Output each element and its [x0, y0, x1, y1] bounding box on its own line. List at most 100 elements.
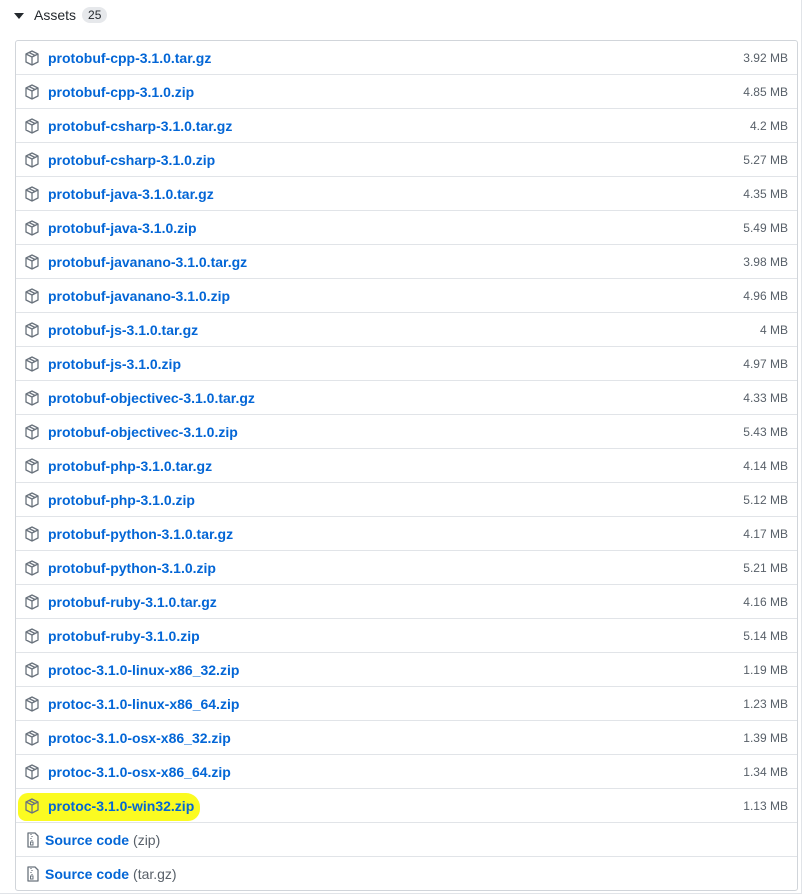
asset-size: 1.34 MB — [743, 764, 788, 779]
package-icon — [24, 287, 40, 304]
asset-row: protobuf-java-3.1.0.zip 5.49 MB — [16, 211, 797, 245]
asset-row: protobuf-objectivec-3.1.0.zip 5.43 MB — [16, 415, 797, 449]
asset-download-link[interactable]: protobuf-php-3.1.0.zip — [48, 492, 195, 508]
asset-download-link[interactable]: protobuf-objectivec-3.1.0.tar.gz — [48, 390, 255, 406]
asset-row: protoc-3.1.0-osx-x86_32.zip 1.39 MB — [16, 721, 797, 755]
package-icon — [24, 797, 40, 814]
asset-download-link[interactable]: protoc-3.1.0-osx-x86_64.zip — [48, 764, 231, 780]
asset-row: protobuf-ruby-3.1.0.zip 5.14 MB — [16, 619, 797, 653]
asset-size: 4.33 MB — [743, 390, 788, 405]
asset-size: 4.96 MB — [743, 288, 788, 303]
package-icon — [24, 661, 40, 678]
assets-toggle[interactable]: Assets 25 — [14, 4, 108, 26]
package-icon — [24, 355, 40, 372]
asset-size: 4.2 MB — [749, 118, 788, 133]
asset-row: protoc-3.1.0-linux-x86_32.zip 1.19 MB — [16, 653, 797, 687]
asset-download-link[interactable]: protoc-3.1.0-linux-x86_32.zip — [48, 662, 239, 678]
package-icon — [24, 763, 40, 780]
asset-size: 1.19 MB — [743, 662, 788, 677]
asset-size: 5.43 MB — [743, 424, 788, 439]
package-icon — [24, 321, 40, 338]
asset-size: 4.35 MB — [743, 186, 788, 201]
assets-title: Assets — [34, 7, 77, 23]
asset-download-link[interactable]: protobuf-cpp-3.1.0.zip — [48, 84, 194, 100]
release-assets-panel: Assets 25 protobuf-cpp-3.1.0.tar.gz 3.92… — [0, 0, 802, 894]
asset-download-link[interactable]: protobuf-csharp-3.1.0.tar.gz — [48, 118, 232, 134]
asset-download-link[interactable]: protobuf-java-3.1.0.tar.gz — [48, 186, 214, 202]
asset-download-link[interactable]: protoc-3.1.0-linux-x86_64.zip — [48, 696, 239, 712]
asset-size: 5.12 MB — [743, 492, 788, 507]
file-zip-icon — [27, 831, 39, 848]
asset-size: 4.97 MB — [743, 356, 788, 371]
asset-size: 3.92 MB — [743, 50, 788, 65]
file-zip-icon — [27, 866, 39, 882]
asset-size: 4.17 MB — [743, 526, 788, 541]
asset-row: protoc-3.1.0-win32.zip 1.13 MB — [16, 789, 797, 823]
asset-row: protobuf-cpp-3.1.0.zip 4.85 MB — [16, 75, 797, 109]
package-icon — [24, 151, 40, 168]
package-icon — [24, 457, 40, 474]
asset-size: 1.13 MB — [743, 798, 788, 813]
asset-download-link[interactable]: protoc-3.1.0-osx-x86_32.zip — [48, 730, 231, 746]
asset-row: protoc-3.1.0-osx-x86_64.zip 1.34 MB — [16, 755, 797, 789]
asset-size: 4.14 MB — [743, 458, 788, 473]
asset-size: 4.85 MB — [743, 84, 788, 99]
package-icon — [24, 389, 40, 406]
asset-size: 5.49 MB — [743, 220, 788, 235]
package-icon — [24, 253, 40, 270]
asset-row: protobuf-python-3.1.0.zip 5.21 MB — [16, 551, 797, 585]
asset-download-link[interactable]: protobuf-python-3.1.0.zip — [48, 560, 216, 576]
source-code-ext: (zip) — [133, 831, 161, 848]
asset-row: protobuf-js-3.1.0.tar.gz 4 MB — [16, 313, 797, 347]
package-icon — [24, 219, 40, 236]
package-icon — [24, 117, 40, 134]
asset-download-link[interactable]: protoc-3.1.0-win32.zip — [48, 798, 194, 814]
asset-download-link[interactable]: protobuf-objectivec-3.1.0.zip — [48, 424, 238, 440]
asset-size: 5.27 MB — [743, 152, 788, 167]
asset-size: 1.39 MB — [743, 730, 788, 745]
asset-download-link[interactable]: protobuf-csharp-3.1.0.zip — [48, 152, 215, 168]
asset-download-link[interactable]: protobuf-java-3.1.0.zip — [48, 220, 197, 236]
asset-row: protobuf-js-3.1.0.zip 4.97 MB — [16, 347, 797, 381]
package-icon — [24, 729, 40, 746]
asset-row: protobuf-javanano-3.1.0.tar.gz 3.98 MB — [16, 245, 797, 279]
asset-download-link[interactable]: protobuf-js-3.1.0.tar.gz — [48, 322, 198, 338]
assets-count-badge: 25 — [82, 7, 108, 23]
package-icon — [24, 185, 40, 202]
asset-size: 3.98 MB — [743, 254, 788, 269]
source-code-ext: (tar.gz) — [133, 866, 177, 882]
source-code-link[interactable]: Source code (zip) — [45, 832, 160, 848]
asset-size: 5.14 MB — [743, 628, 788, 643]
asset-size: 4.16 MB — [743, 594, 788, 609]
assets-list: protobuf-cpp-3.1.0.tar.gz 3.92 MB protob… — [15, 40, 798, 891]
package-icon — [24, 491, 40, 508]
source-code-label: Source code — [45, 866, 130, 882]
asset-size: 5.21 MB — [743, 560, 788, 575]
asset-download-link[interactable]: protobuf-cpp-3.1.0.tar.gz — [48, 50, 211, 66]
asset-row: protobuf-objectivec-3.1.0.tar.gz 4.33 MB — [16, 381, 797, 415]
asset-download-link[interactable]: protobuf-ruby-3.1.0.tar.gz — [48, 594, 217, 610]
asset-row: protobuf-csharp-3.1.0.tar.gz 4.2 MB — [16, 109, 797, 143]
source-code-link[interactable]: Source code (tar.gz) — [45, 866, 177, 882]
asset-download-link[interactable]: protobuf-python-3.1.0.tar.gz — [48, 526, 233, 542]
asset-row: protobuf-javanano-3.1.0.zip 4.96 MB — [16, 279, 797, 313]
asset-download-link[interactable]: protobuf-ruby-3.1.0.zip — [48, 628, 200, 644]
asset-size: 1.23 MB — [743, 696, 788, 711]
asset-download-link[interactable]: protobuf-javanano-3.1.0.tar.gz — [48, 254, 247, 270]
asset-download-link[interactable]: protobuf-js-3.1.0.zip — [48, 356, 181, 372]
package-icon — [24, 83, 40, 100]
asset-row: protobuf-cpp-3.1.0.tar.gz 3.92 MB — [16, 41, 797, 75]
package-icon — [24, 559, 40, 576]
package-icon — [24, 525, 40, 542]
triangle-down-icon — [14, 12, 24, 19]
asset-download-link[interactable]: protobuf-javanano-3.1.0.zip — [48, 288, 230, 304]
asset-row: protobuf-ruby-3.1.0.tar.gz 4.16 MB — [16, 585, 797, 619]
asset-row: protoc-3.1.0-linux-x86_64.zip 1.23 MB — [16, 687, 797, 721]
source-code-label: Source code — [45, 831, 130, 848]
package-icon — [24, 423, 40, 440]
asset-download-link[interactable]: protobuf-php-3.1.0.tar.gz — [48, 458, 212, 474]
package-icon — [24, 627, 40, 644]
asset-size: 4 MB — [759, 322, 788, 337]
package-icon — [24, 49, 40, 66]
asset-row: protobuf-php-3.1.0.tar.gz 4.14 MB — [16, 449, 797, 483]
